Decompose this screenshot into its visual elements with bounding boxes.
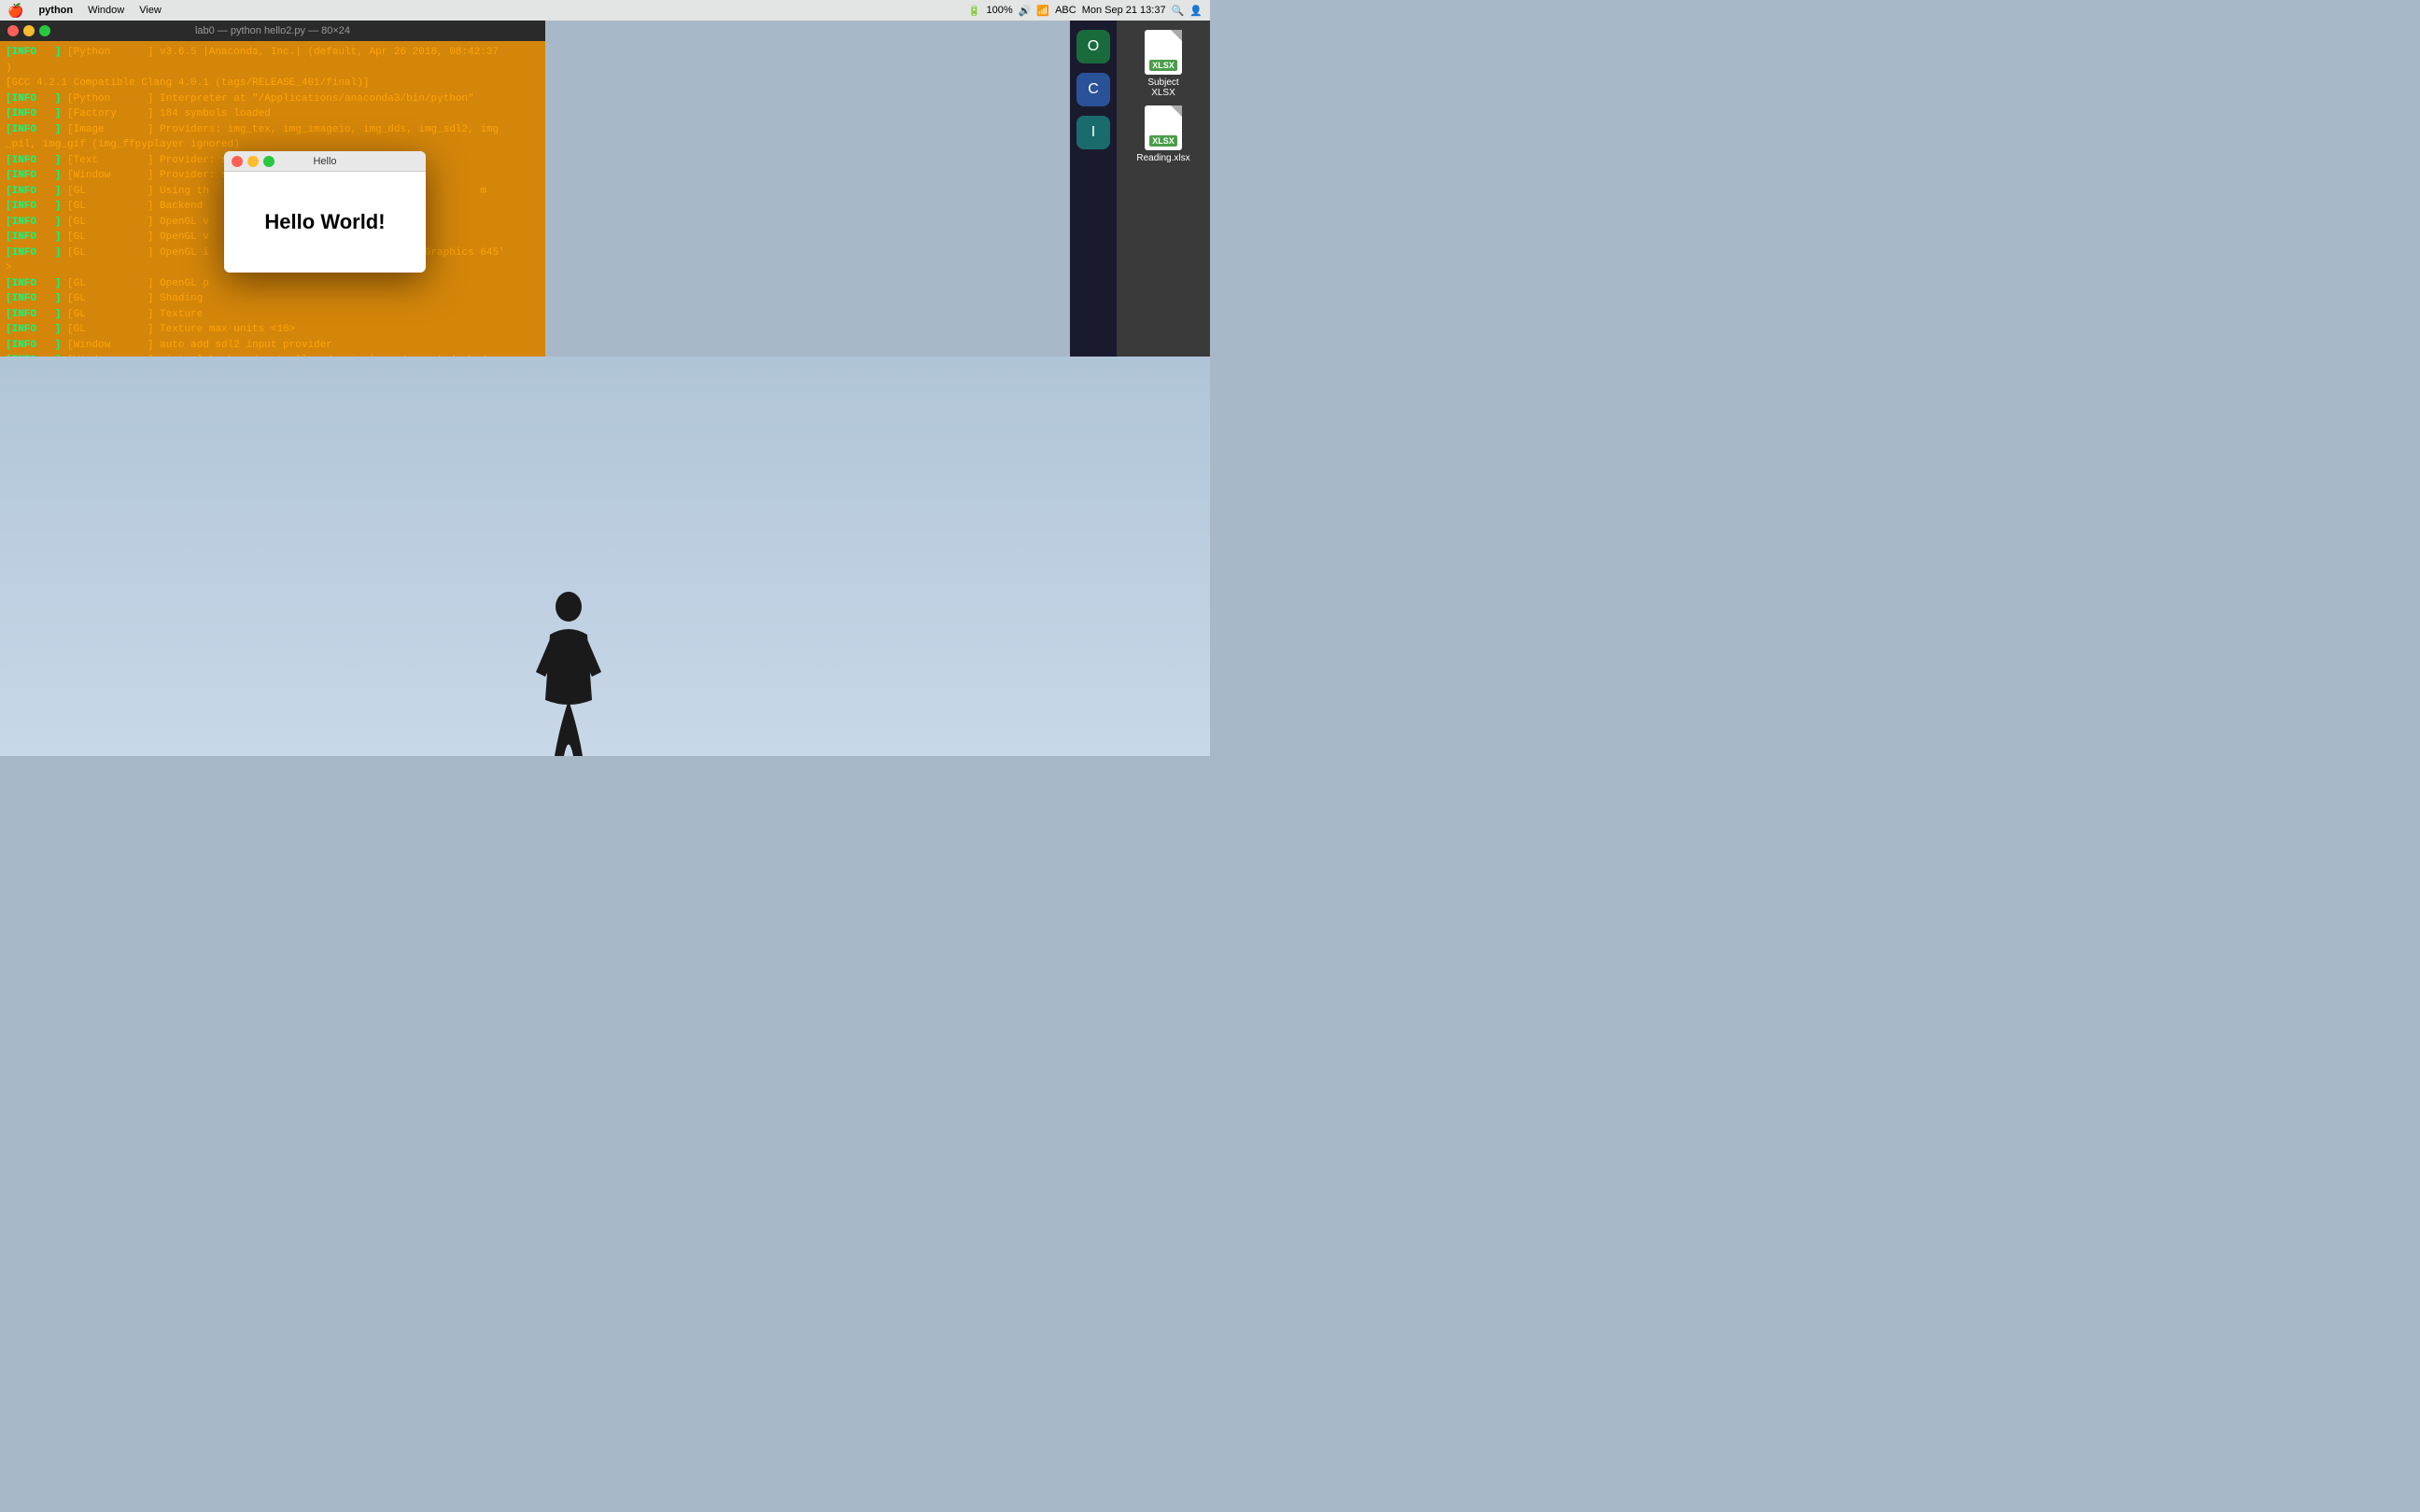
terminal-line: [INFO ] [GL ] Texture (6, 307, 540, 323)
menubar-right: 🔋 100% 🔊 📶 ABC Mon Sep 21 13:37 🔍 👤 (968, 5, 1203, 17)
sidebar-dock: O C I (1070, 21, 1117, 357)
user-avatar[interactable]: 👤 (1189, 5, 1203, 17)
battery-icon: 🔋 (968, 5, 981, 17)
app-name[interactable]: python (33, 5, 78, 16)
terminal-line: [INFO ] [Python ] v3.6.5 |Anaconda, Inc.… (6, 45, 540, 61)
terminal-line: ) (6, 61, 540, 77)
terminal-line: [INFO ] [Image ] Providers: img_tex, img… (6, 122, 540, 138)
file-type-label-reading: XLSX (1149, 135, 1177, 147)
hello-window-controls (232, 156, 274, 167)
file-name-subject: SubjectXLSX (1147, 77, 1178, 98)
datetime: Mon Sep 21 13:37 (1082, 5, 1166, 16)
file-icon-reading: XLSX (1145, 105, 1182, 150)
terminal-line: [INFO ] [Window ] auto add sdl2 input pr… (6, 338, 540, 354)
terminal-line: [GCC 4.2.1 Compatible Clang 4.0.1 (tags/… (6, 76, 540, 91)
silhouette-figure (531, 588, 606, 756)
desktop-icons-area: XLSX SubjectXLSX XLSX Reading.xlsx (1117, 21, 1210, 357)
minimize-button[interactable] (23, 25, 35, 36)
hello-window-title: Hello (313, 156, 336, 167)
file-icon-subject: XLSX (1145, 30, 1182, 75)
terminal-titlebar: lab0 — python hello2.py — 80×24 (0, 21, 545, 41)
menubar: 🍎 python Window View 🔋 100% 🔊 📶 ABC Mon … (0, 0, 1210, 21)
terminal-line: [INFO ] [Factory ] 184 symbols loaded (6, 106, 540, 122)
hello-content: Hello World! (224, 172, 426, 273)
terminal-line: [INFO ] [GL ] Texture max units <16> (6, 322, 540, 338)
window-menu[interactable]: Window (82, 5, 130, 16)
close-button[interactable] (7, 25, 19, 36)
wifi-icon[interactable]: 📶 (1036, 5, 1049, 17)
terminal-line: [INFO ] [GL ] OpenGL p (6, 276, 540, 292)
battery-percent: 100% (987, 5, 1013, 16)
desktop-icon-subject[interactable]: XLSX SubjectXLSX (1145, 30, 1182, 98)
maximize-button[interactable] (39, 25, 50, 36)
hello-world-text: Hello World! (264, 210, 385, 234)
hello-titlebar: Hello (224, 151, 426, 172)
apple-menu[interactable]: 🍎 (7, 3, 23, 19)
terminal-line: [INFO ] [Python ] Interpreter at "/Appli… (6, 91, 540, 107)
hello-close-button[interactable] (232, 156, 243, 167)
desktop-icon-reading[interactable]: XLSX Reading.xlsx (1136, 105, 1189, 163)
search-icon[interactable]: 🔍 (1172, 5, 1185, 17)
view-menu[interactable]: View (134, 5, 167, 16)
sidebar-icon-2[interactable]: C (1076, 73, 1110, 106)
file-name-reading: Reading.xlsx (1136, 153, 1189, 163)
sidebar-icon-1[interactable]: O (1076, 30, 1110, 63)
volume-icon[interactable]: 🔊 (1019, 5, 1032, 17)
terminal-title: lab0 — python hello2.py — 80×24 (195, 25, 350, 36)
hello-window: Hello Hello World! (224, 151, 426, 273)
keyboard-layout[interactable]: ABC (1055, 5, 1076, 16)
hello-maximize-button[interactable] (263, 156, 274, 167)
hello-minimize-button[interactable] (247, 156, 259, 167)
file-type-label: XLSX (1149, 60, 1177, 71)
terminal-line: [INFO ] [GL ] Shading (6, 291, 540, 307)
terminal-window-controls (7, 25, 50, 36)
sidebar-icon-3[interactable]: I (1076, 116, 1110, 149)
desktop-background (0, 357, 1210, 756)
